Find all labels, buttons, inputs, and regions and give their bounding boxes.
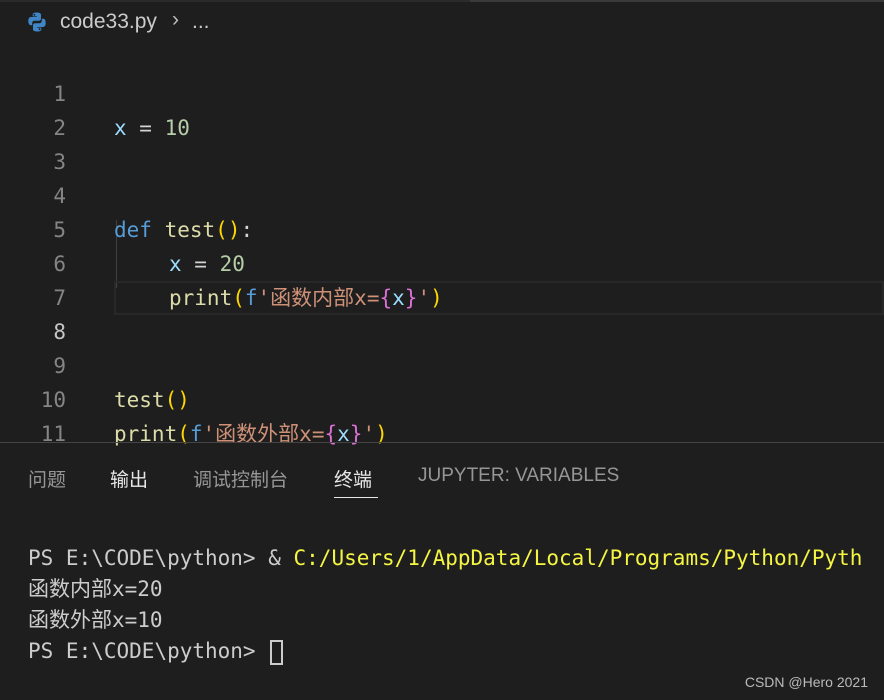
breadcrumb: code33.py › ... xyxy=(0,0,884,44)
code-line[interactable]: 11 xyxy=(0,383,884,446)
code-line[interactable]: 2 xyxy=(0,77,884,140)
code-editor[interactable]: 1 x = 10 2 3 4 def test(): 5 x = 20 6 pr… xyxy=(0,42,884,446)
active-tab-indicator xyxy=(334,497,378,498)
code-line[interactable]: 1 x = 10 xyxy=(0,43,884,140)
tab-output[interactable]: 输出 xyxy=(110,465,148,492)
code-line-current[interactable]: 8 xyxy=(0,281,884,344)
code-line[interactable]: 7 xyxy=(0,247,884,310)
watermark: CSDN @Hero 2021 xyxy=(744,674,868,690)
terminal-prompt: PS E:\CODE\python> xyxy=(28,546,269,570)
code-line[interactable]: 4 def test(): xyxy=(0,145,884,242)
tab-debug-console[interactable]: 调试控制台 xyxy=(193,465,288,492)
terminal-line: PS E:\CODE\python> & C:/Users/1/AppData/… xyxy=(28,542,862,574)
editor-top-border xyxy=(0,0,884,2)
chevron-right-icon: › xyxy=(172,8,179,31)
terminal-operator: & xyxy=(268,546,294,570)
breadcrumb-more[interactable]: ... xyxy=(192,10,210,34)
code-line[interactable]: 5 x = 20 xyxy=(0,179,884,276)
terminal-prompt: PS E:\CODE\python> xyxy=(28,639,269,663)
code-line[interactable]: 9 test() xyxy=(0,315,884,412)
breadcrumb-file[interactable]: code33.py xyxy=(60,10,157,34)
python-file-icon xyxy=(26,11,48,33)
tab-problems[interactable]: 问题 xyxy=(28,465,66,492)
code-line[interactable]: 10 print(f'函数外部x={x}') xyxy=(0,349,884,446)
tab-jupyter-variables[interactable]: JUPYTER: VARIABLES xyxy=(418,465,619,487)
panel-tabs: 问题 输出 调试控制台 终端 JUPYTER: VARIABLES xyxy=(0,443,884,503)
code-line[interactable]: 3 xyxy=(0,111,884,174)
code-line[interactable]: 6 print(f'函数内部x={x}') xyxy=(0,213,884,310)
terminal-command-path: C:/Users/1/AppData/Local/Programs/Python… xyxy=(293,546,863,570)
tab-terminal[interactable]: 终端 xyxy=(334,465,372,492)
terminal-cursor xyxy=(270,639,284,665)
terminal-output: 函数外部x=10 xyxy=(28,608,163,632)
terminal-line[interactable]: PS E:\CODE\python> xyxy=(28,635,284,667)
terminal-output: 函数内部x=20 xyxy=(28,577,163,601)
